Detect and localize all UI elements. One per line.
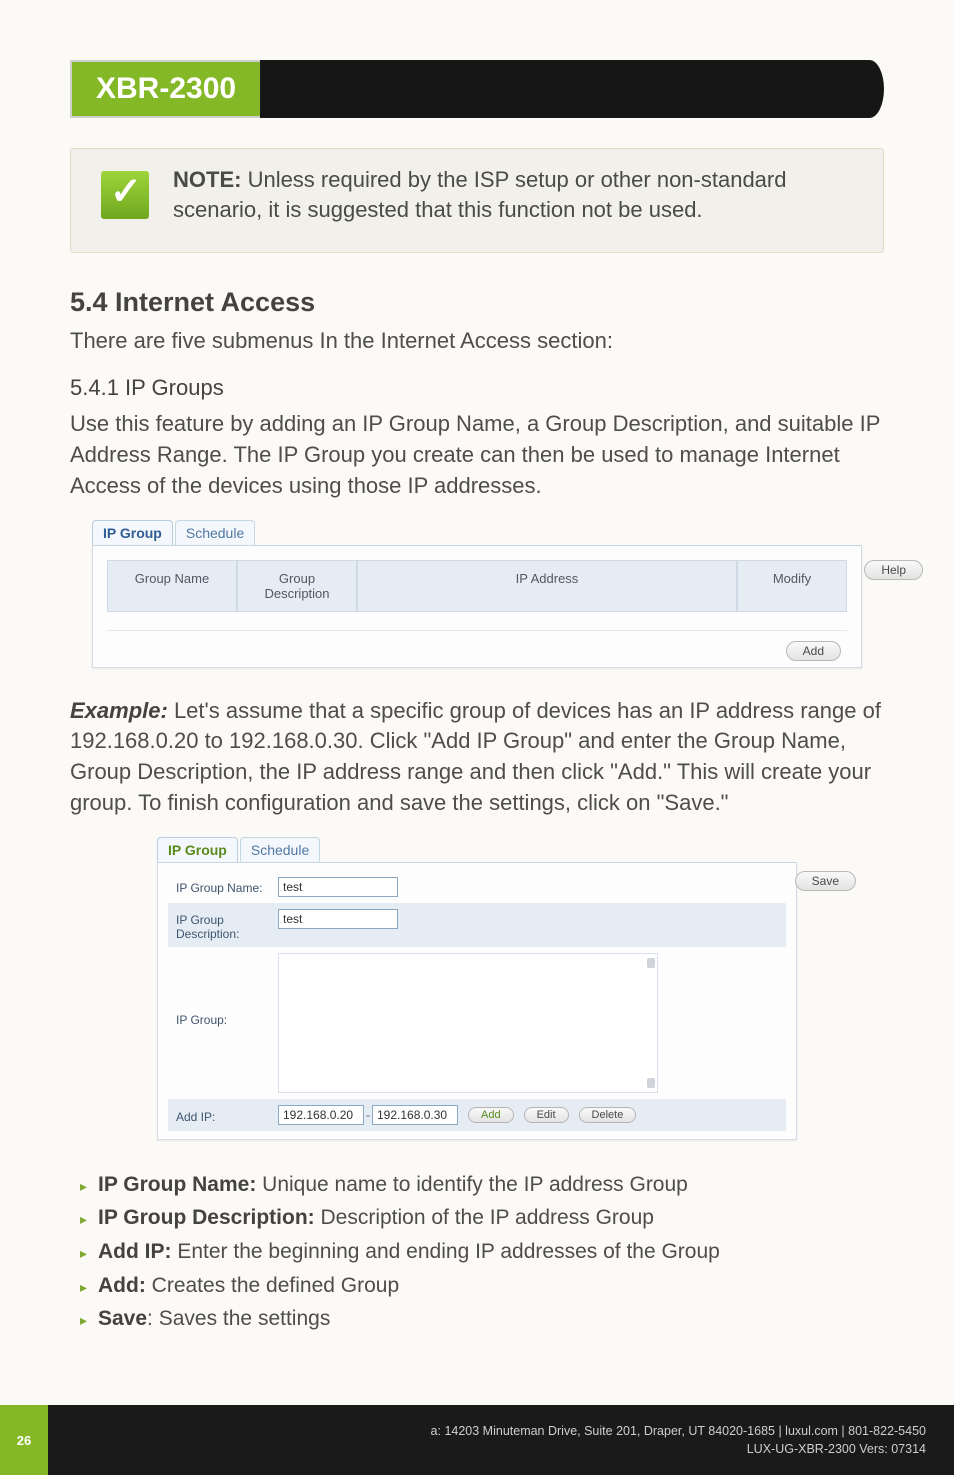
- list-item: ▸Save: Saves the settings: [70, 1302, 884, 1336]
- definition-list: ▸IP Group Name: Unique name to identify …: [70, 1168, 884, 1336]
- ip-group-table-figure: IP Group Schedule Help Group Name Group …: [92, 520, 862, 668]
- footer-gap: [48, 1405, 378, 1475]
- list-item: ▸Add: Creates the defined Group: [70, 1269, 884, 1303]
- label-ip-group-desc: IP Group Description:: [168, 909, 278, 941]
- delete-ip-button[interactable]: Delete: [579, 1107, 637, 1123]
- ip-range-dash: -: [364, 1108, 372, 1122]
- add-button[interactable]: Add: [786, 641, 841, 661]
- help-button[interactable]: Help: [864, 560, 923, 580]
- footer-version: LUX-UG-XBR-2300 Vers: 07314: [747, 1440, 926, 1458]
- bullet-icon: ▸: [80, 1309, 98, 1331]
- bullet-icon: ▸: [80, 1175, 98, 1197]
- header-dark-bar: [260, 60, 884, 118]
- bullet-icon: ▸: [80, 1208, 98, 1230]
- list-item: ▸IP Group Description: Description of th…: [70, 1201, 884, 1235]
- input-ip-group-desc[interactable]: [278, 909, 398, 929]
- tab-schedule[interactable]: Schedule: [240, 837, 320, 862]
- ip-group-listbox[interactable]: [278, 953, 658, 1093]
- input-ip-group-name[interactable]: [278, 877, 398, 897]
- bullet-icon: ▸: [80, 1242, 98, 1264]
- product-badge: XBR-2300: [70, 60, 260, 118]
- scroll-up-icon[interactable]: [647, 958, 655, 968]
- note-label: NOTE:: [173, 167, 241, 192]
- checkmark-icon: [101, 171, 149, 219]
- col-group-name: Group Name: [107, 560, 237, 612]
- label-add-ip: Add IP:: [168, 1106, 278, 1124]
- example-label: Example:: [70, 698, 168, 723]
- page-footer: 26 a: 14203 Minuteman Drive, Suite 201, …: [0, 1405, 954, 1475]
- label-ip-group-name: IP Group Name:: [168, 877, 278, 895]
- tab-ip-group[interactable]: IP Group: [92, 520, 173, 545]
- list-item: ▸IP Group Name: Unique name to identify …: [70, 1168, 884, 1202]
- bullet-icon: ▸: [80, 1276, 98, 1298]
- example-text: Let's assume that a specific group of de…: [70, 698, 881, 815]
- footer-address: a: 14203 Minuteman Drive, Suite 201, Dra…: [431, 1422, 926, 1440]
- note-callout: NOTE: Unless required by the ISP setup o…: [70, 148, 884, 253]
- label-ip-group: IP Group:: [168, 953, 278, 1027]
- col-ip-address: IP Address: [357, 560, 737, 612]
- edit-ip-button[interactable]: Edit: [524, 1107, 569, 1123]
- tab-ip-group[interactable]: IP Group: [157, 837, 238, 862]
- subsection-title: 5.4.1 IP Groups: [70, 375, 884, 401]
- ip-group-form-figure: IP Group Schedule Save IP Group Name: IP…: [157, 837, 797, 1140]
- page-header: XBR-2300: [70, 60, 884, 118]
- col-group-desc: Group Description: [237, 560, 357, 612]
- scroll-down-icon[interactable]: [647, 1078, 655, 1088]
- input-ip-to[interactable]: [372, 1105, 458, 1125]
- section-intro: There are five submenus In the Internet …: [70, 326, 884, 357]
- example-paragraph: Example: Let's assume that a specific gr…: [70, 696, 884, 819]
- list-item: ▸Add IP: Enter the beginning and ending …: [70, 1235, 884, 1269]
- subsection-para: Use this feature by adding an IP Group N…: [70, 409, 884, 501]
- section-title: 5.4 Internet Access: [70, 287, 884, 318]
- save-button[interactable]: Save: [795, 871, 856, 891]
- col-modify: Modify: [737, 560, 847, 612]
- page-number: 26: [0, 1405, 48, 1475]
- tab-schedule[interactable]: Schedule: [175, 520, 255, 545]
- input-ip-from[interactable]: [278, 1105, 364, 1125]
- add-ip-button[interactable]: Add: [468, 1107, 514, 1123]
- note-text: Unless required by the ISP setup or othe…: [173, 167, 786, 222]
